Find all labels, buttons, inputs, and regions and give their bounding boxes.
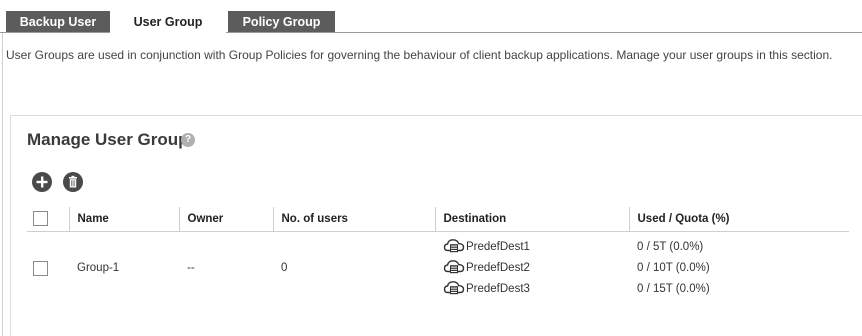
- section-description: User Groups are used in conjunction with…: [6, 48, 833, 62]
- tab-user-group[interactable]: User Group: [110, 11, 226, 33]
- panel-title: Manage User Group: [27, 130, 189, 149]
- destination-item: PredefDest1: [443, 237, 629, 258]
- column-header-name[interactable]: Name: [68, 207, 179, 232]
- quota-item: 0 / 5T (0.0%): [637, 240, 704, 253]
- tab-bar: Backup User User Group Policy Group: [0, 0, 862, 33]
- destination-cell: PredefDest1 PredefDest2 PredefDest3: [435, 231, 629, 305]
- select-all-checkbox[interactable]: [33, 211, 48, 227]
- cloud-server-icon: [443, 281, 465, 295]
- destination-label: PredefDest2: [466, 261, 530, 274]
- table-row[interactable]: Group-1 -- 0 PredefDest1 PredefDest2 Pre…: [27, 231, 849, 305]
- content-border: [2, 33, 3, 336]
- row-checkbox[interactable]: [33, 260, 48, 276]
- column-header-quota[interactable]: Used / Quota (%): [628, 207, 849, 232]
- select-all-header: [27, 207, 69, 232]
- user-group-table: Name Owner No. of users Destination Used…: [27, 207, 849, 305]
- quota-item: 0 / 15T (0.0%): [637, 282, 710, 295]
- plus-icon: [36, 176, 48, 188]
- destination-item: PredefDest3: [443, 279, 629, 300]
- tab-policy-group[interactable]: Policy Group: [228, 11, 335, 33]
- destination-label: PredefDest1: [466, 240, 530, 253]
- column-header-owner[interactable]: Owner: [178, 207, 273, 232]
- tab-backup-user[interactable]: Backup User: [6, 11, 110, 33]
- group-user-count: 0: [281, 262, 288, 275]
- table-header-row: Name Owner No. of users Destination Used…: [27, 207, 849, 232]
- quota-cell: 0 / 5T (0.0%) 0 / 10T (0.0%) 0 / 15T (0.…: [629, 231, 849, 305]
- cloud-server-icon: [443, 239, 465, 253]
- destination-item: PredefDest2: [443, 258, 629, 279]
- add-group-button[interactable]: [32, 172, 52, 192]
- column-header-destination[interactable]: Destination: [434, 207, 629, 232]
- trash-icon: [69, 175, 77, 188]
- group-owner: --: [187, 262, 195, 275]
- destination-label: PredefDest3: [466, 282, 530, 295]
- group-name[interactable]: Group-1: [69, 231, 179, 305]
- question-circle-icon[interactable]: ?: [181, 133, 195, 147]
- column-header-users[interactable]: No. of users: [272, 207, 435, 232]
- quota-item: 0 / 10T (0.0%): [637, 261, 710, 274]
- delete-group-button[interactable]: [63, 172, 83, 192]
- cloud-server-icon: [443, 260, 465, 274]
